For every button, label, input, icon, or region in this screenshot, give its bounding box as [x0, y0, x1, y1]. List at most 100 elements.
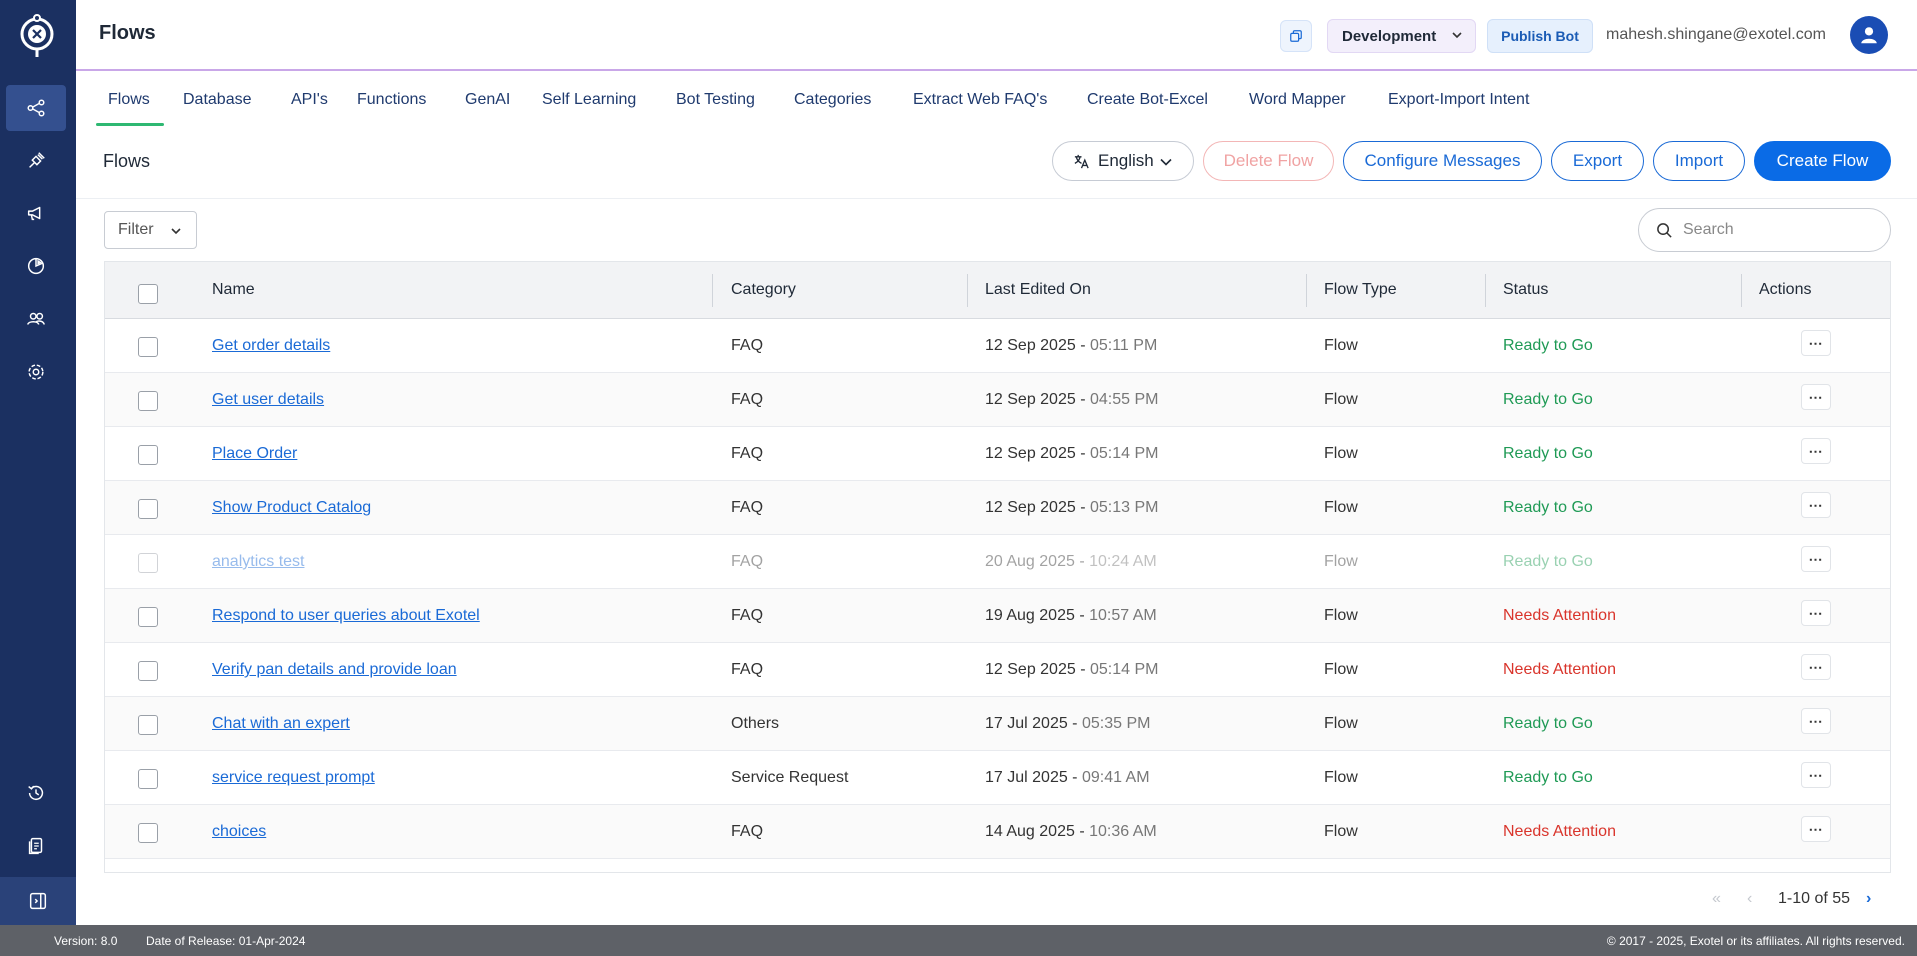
flow-name-link[interactable]: Verify pan details and provide loan: [212, 661, 457, 679]
flow-name-link[interactable]: Get user details: [212, 391, 324, 409]
sidebar-item-history[interactable]: [6, 770, 66, 816]
flow-type-cell: Flow: [1324, 607, 1358, 624]
row-actions-button[interactable]: ⋯: [1801, 384, 1831, 410]
column-header-status[interactable]: Status: [1503, 281, 1548, 299]
column-separator[interactable]: [967, 274, 968, 307]
sidebar-item-settings[interactable]: [6, 349, 66, 395]
plug-icon: [29, 152, 45, 168]
edited-date: 12 Sep 2025: [985, 337, 1076, 354]
row-checkbox[interactable]: [138, 445, 158, 465]
tab-export-import-intent[interactable]: Export-Import Intent: [1388, 91, 1529, 109]
tab-database[interactable]: Database: [183, 91, 252, 109]
tab-word-mapper[interactable]: Word Mapper: [1249, 91, 1346, 109]
category-cell: FAQ: [731, 337, 764, 354]
flow-name-link[interactable]: Show Product Catalog: [212, 499, 371, 517]
tab-genai[interactable]: GenAI: [465, 91, 510, 109]
publish-bot-button[interactable]: Publish Bot: [1487, 19, 1593, 53]
table-row[interactable]: Chat with an expert Others 17 Jul 2025 - 0…: [105, 697, 1890, 751]
table-row[interactable]: Verify pan details and provide loan FAQ 12…: [105, 643, 1890, 697]
category-cell: Others: [731, 715, 780, 732]
configure-messages-button[interactable]: Configure Messages: [1343, 141, 1542, 181]
row-checkbox[interactable]: [138, 391, 158, 411]
tab-self-learning[interactable]: Self Learning: [542, 91, 636, 109]
table-row[interactable]: Place Order FAQ 12 Sep 2025 - 05:14 PM Flow…: [105, 427, 1890, 481]
column-separator[interactable]: [1306, 274, 1307, 307]
row-checkbox[interactable]: [138, 661, 158, 681]
next-page-icon[interactable]: ›: [1866, 890, 1871, 908]
row-checkbox[interactable]: [138, 553, 158, 573]
row-checkbox[interactable]: [138, 715, 158, 735]
main-tabs: Flows Database API's Functions GenAI Sel…: [76, 73, 1917, 127]
import-button[interactable]: Import: [1653, 141, 1745, 181]
flow-name-link[interactable]: Respond to user queries about Exotel: [212, 607, 480, 625]
prev-page-icon[interactable]: ‹: [1747, 890, 1752, 908]
flow-name-link[interactable]: analytics test: [212, 553, 304, 571]
flow-name-link[interactable]: Place Order: [212, 445, 297, 463]
row-actions-button[interactable]: ⋯: [1801, 708, 1831, 734]
table-row[interactable]: Get user details FAQ 12 Sep 2025 - 04:55 P…: [105, 373, 1890, 427]
row-actions-button[interactable]: ⋯: [1801, 600, 1831, 626]
row-actions-button[interactable]: ⋯: [1801, 438, 1831, 464]
row-checkbox[interactable]: [138, 607, 158, 627]
more-icon: ⋯: [1808, 604, 1824, 621]
sidebar-item-campaigns[interactable]: [6, 190, 66, 236]
filter-button[interactable]: Filter: [104, 211, 197, 249]
table-row[interactable]: Show Product Catalog FAQ 12 Sep 2025 - 05:…: [105, 481, 1890, 535]
edited-date: 14 Aug 2025: [985, 823, 1075, 840]
row-actions-button[interactable]: ⋯: [1801, 546, 1831, 572]
export-button[interactable]: Export: [1551, 141, 1644, 181]
table-row[interactable]: analytics test FAQ 20 Aug 2025 - 10:24 AM F…: [105, 535, 1890, 589]
more-icon: ⋯: [1808, 658, 1824, 675]
table-row[interactable]: Get order details FAQ 12 Sep 2025 - 05:11 …: [105, 319, 1890, 373]
tab-create-bot-excel[interactable]: Create Bot-Excel: [1087, 91, 1208, 109]
row-actions-button[interactable]: ⋯: [1801, 762, 1831, 788]
row-actions-button[interactable]: ⋯: [1801, 654, 1831, 680]
sidebar-item-users[interactable]: [6, 296, 66, 342]
environment-select[interactable]: Development: [1327, 19, 1476, 53]
first-page-icon[interactable]: «: [1712, 890, 1721, 908]
flow-name-link[interactable]: service request prompt: [212, 769, 375, 787]
select-all-checkbox[interactable]: [138, 284, 158, 304]
row-checkbox[interactable]: [138, 499, 158, 519]
row-actions-button[interactable]: ⋯: [1801, 330, 1831, 356]
column-separator[interactable]: [712, 274, 713, 307]
tab-categories[interactable]: Categories: [794, 91, 871, 109]
create-flow-button[interactable]: Create Flow: [1754, 141, 1891, 181]
app-logo[interactable]: [17, 14, 57, 58]
tab-bot-testing[interactable]: Bot Testing: [676, 91, 755, 109]
row-checkbox[interactable]: [138, 337, 158, 357]
tab-extract-web-faqs[interactable]: Extract Web FAQ's: [913, 91, 1047, 109]
flow-name-link[interactable]: choices: [212, 823, 266, 841]
column-separator[interactable]: [1741, 274, 1742, 307]
flow-name-link[interactable]: Get order details: [212, 337, 330, 355]
column-separator[interactable]: [1485, 274, 1486, 307]
edited-time: 05:14 PM: [1089, 445, 1159, 462]
language-select[interactable]: English: [1052, 141, 1194, 181]
sidebar-item-flows[interactable]: [6, 85, 66, 131]
copy-button[interactable]: [1280, 20, 1312, 52]
column-header-name[interactable]: Name: [212, 281, 255, 299]
flow-name-link[interactable]: Chat with an expert: [212, 715, 350, 733]
sidebar-item-integrations[interactable]: [6, 138, 66, 184]
sidebar-item-docs[interactable]: [6, 823, 66, 869]
column-header-category[interactable]: Category: [731, 281, 796, 299]
search-input[interactable]: [1683, 221, 1863, 239]
column-header-last-edited[interactable]: Last Edited On: [985, 281, 1091, 299]
row-checkbox[interactable]: [138, 769, 158, 789]
table-row[interactable]: choices FAQ 14 Aug 2025 - 10:36 AM Flow Need…: [105, 805, 1890, 859]
row-actions-button[interactable]: ⋯: [1801, 816, 1831, 842]
sidebar: [0, 0, 76, 925]
row-checkbox[interactable]: [138, 823, 158, 843]
sidebar-toggle-button[interactable]: [0, 877, 76, 925]
column-header-flow-type[interactable]: Flow Type: [1324, 281, 1397, 299]
table-row[interactable]: service request prompt Service Request 17 …: [105, 751, 1890, 805]
delete-flow-button[interactable]: Delete Flow: [1203, 141, 1334, 181]
edited-time: 05:14 PM: [1089, 661, 1159, 678]
avatar[interactable]: [1850, 16, 1888, 54]
row-actions-button[interactable]: ⋯: [1801, 492, 1831, 518]
tab-flows[interactable]: Flows: [108, 91, 150, 109]
table-row[interactable]: Respond to user queries about Exotel FAQ 1…: [105, 589, 1890, 643]
sidebar-item-analytics[interactable]: [6, 243, 66, 289]
tab-apis[interactable]: API's: [291, 91, 328, 109]
tab-functions[interactable]: Functions: [357, 91, 426, 109]
